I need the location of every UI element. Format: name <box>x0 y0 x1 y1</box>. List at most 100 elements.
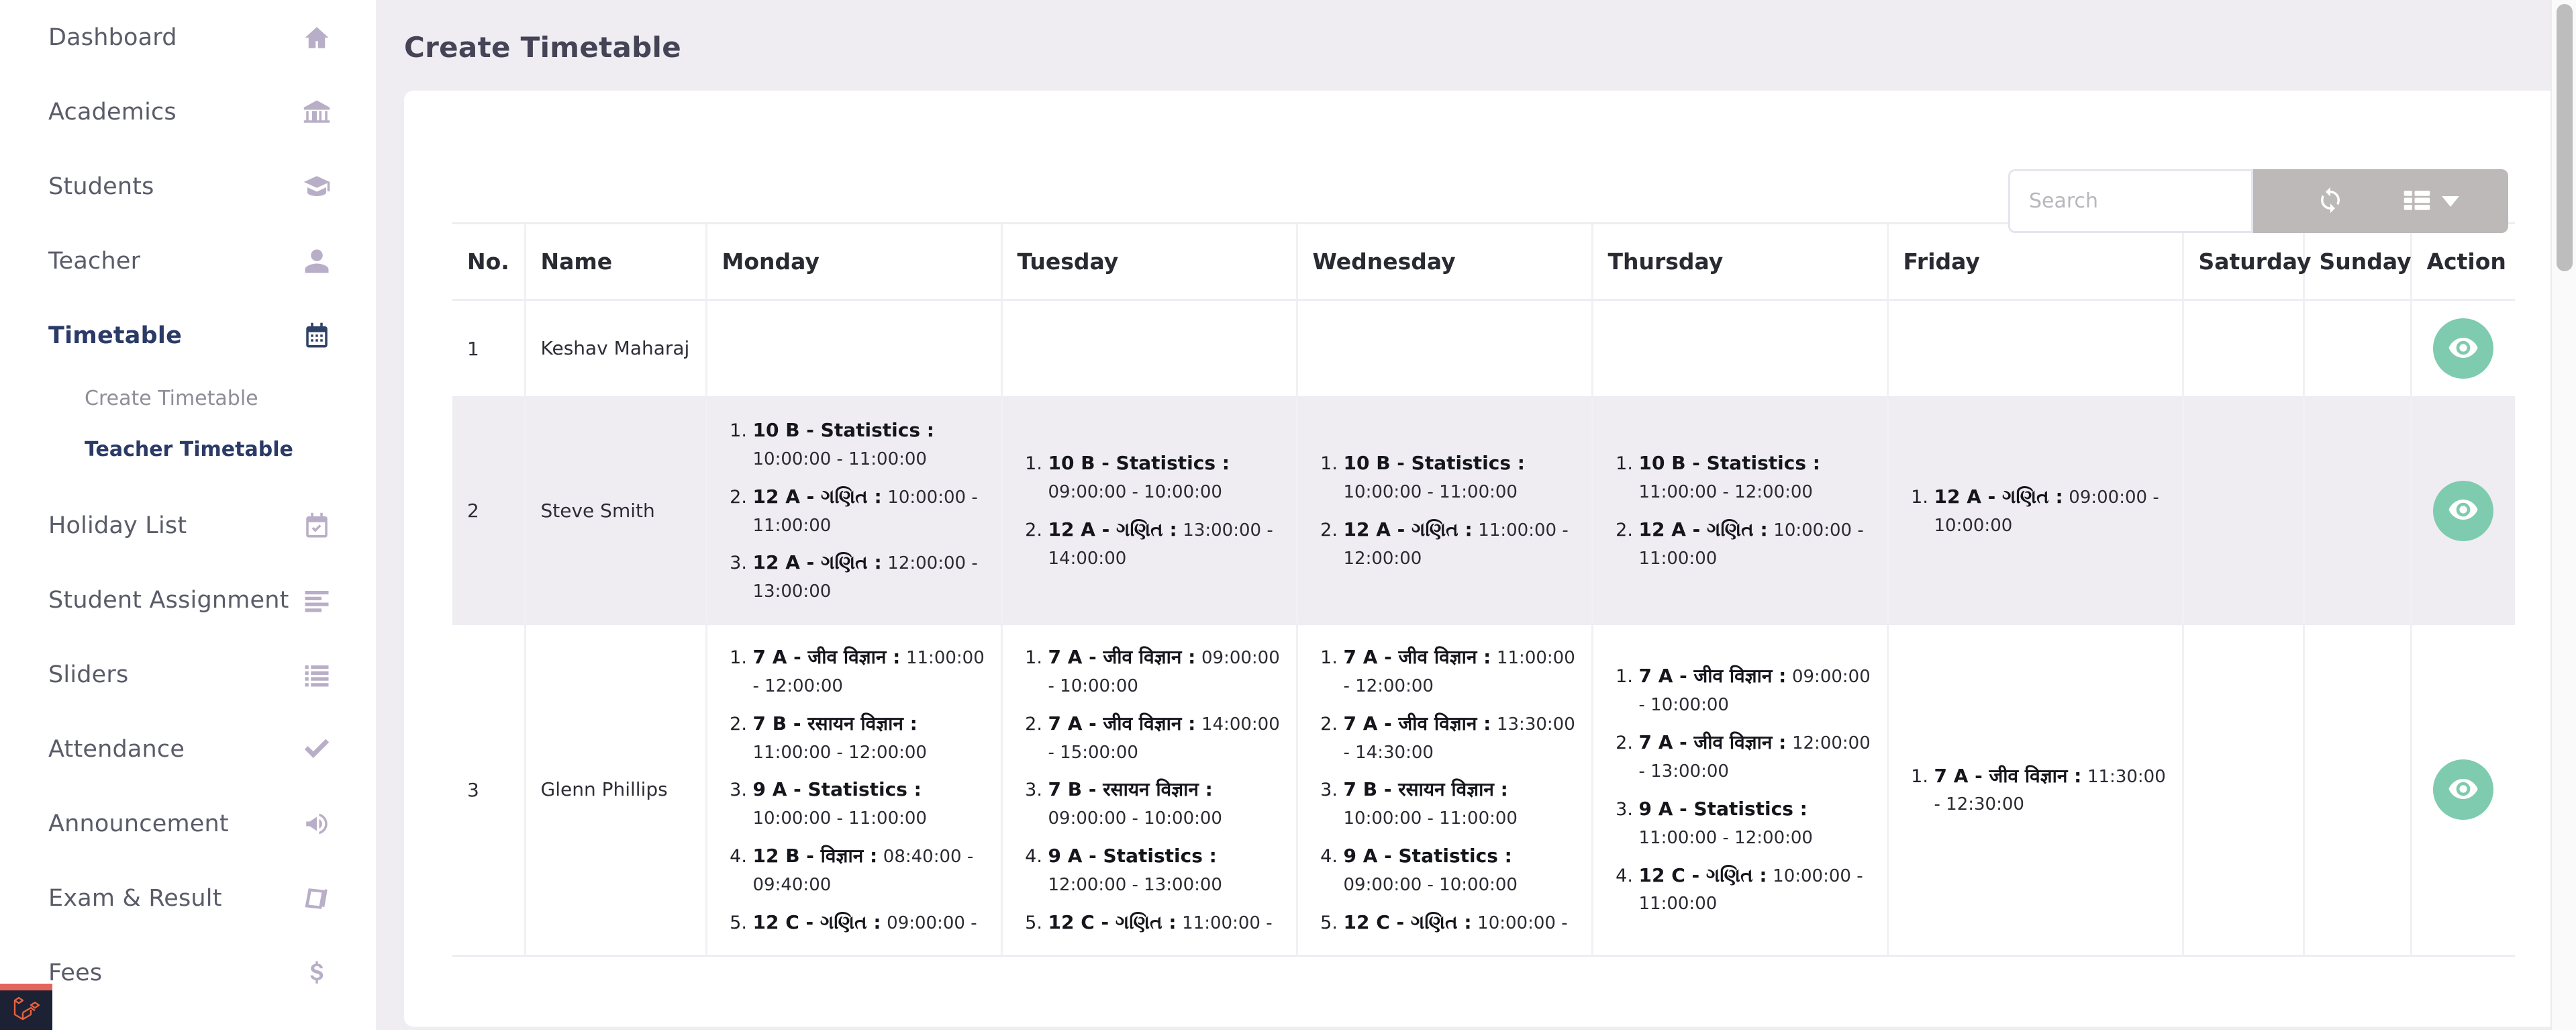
table-header-wednesday[interactable]: Wednesday <box>1295 222 1592 301</box>
slot-subject: 12 C - ગણિત : <box>1343 910 1472 933</box>
slot-subject: 12 A - ગણિત : <box>1048 518 1177 541</box>
sidebar-item-exam-result[interactable]: Exam & Result <box>0 861 376 935</box>
table-header-thursday[interactable]: Thursday <box>1591 222 1887 301</box>
table-header-monday[interactable]: Monday <box>705 222 1001 301</box>
slot-list: 7 A - जीव विज्ञान : 11:00:00 - 12:00:007… <box>722 643 986 937</box>
slot-subject: 7 A - जीव विज्ञान : <box>1934 764 2082 787</box>
teacher-name: Steve Smith <box>524 397 706 626</box>
slot-subject: 12 A - ગણિત : <box>1343 518 1473 541</box>
page-scrollbar-thumb[interactable] <box>2557 4 2573 271</box>
slot-list: 7 A - जीव विज्ञान : 09:00:00 - 10:00:00 7… <box>1018 643 1281 937</box>
slot-item: 10 B - Statistics : 10:00:00 - 11:00:00 <box>1344 449 1577 506</box>
table-toolbar <box>404 91 2563 233</box>
slot-item: 12 A - ગણિત : 10:00:00 - 11:00:00 <box>1639 515 1872 573</box>
cell-action <box>2410 397 2515 626</box>
slot-subject: 7 B - रसायन विज्ञान : <box>752 712 918 735</box>
view-button[interactable] <box>2433 480 2494 541</box>
row-number: 2 <box>452 397 525 626</box>
table-header-saturday[interactable]: Saturday <box>2181 222 2311 301</box>
cell-thursday: 7 A - जीव विज्ञान : 09:00:00 - 10:00:00 7… <box>1591 624 1887 957</box>
sidebar-item-label: Holiday List <box>48 512 187 539</box>
cell-thursday: 10 B - Statistics : 11:00:00 - 12:00:001… <box>1591 397 1887 626</box>
slot-item: 12 B - विज्ञान : 08:40:00 - 09:40:00 <box>753 841 986 899</box>
sidebar-item-dashboard[interactable]: Dashboard <box>0 0 376 75</box>
view-button[interactable] <box>2433 318 2494 379</box>
slot-subject: 12 A - ગણિત : <box>752 551 882 574</box>
slot-subject: 7 A - जीव विज्ञान : <box>1343 712 1491 735</box>
slot-subject: 12 B - विज्ञान : <box>752 845 878 868</box>
sidebar-item-timetable[interactable]: Timetable <box>0 298 376 373</box>
slot-subject: 7 A - जीव विज्ञान : <box>1343 646 1491 669</box>
slot-time: 09:00:00 - <box>887 912 977 933</box>
sidebar-item-holiday-list[interactable]: Holiday List <box>0 488 376 563</box>
sidebar-item-label: Students <box>48 173 154 200</box>
slot-subject: 12 C - ગણિત : <box>1638 863 1767 886</box>
slot-item: 12 C - ગણિત : 11:00:00 - <box>1048 908 1281 937</box>
view-button[interactable] <box>2433 759 2494 821</box>
slot-time: 10:00:00 - 11:00:00 <box>752 449 927 469</box>
sidebar-item-label: Announcement <box>48 810 229 837</box>
page-scrollbar[interactable] <box>2550 0 2576 1030</box>
sidebar-item-teacher[interactable]: Teacher <box>0 224 376 298</box>
slot-subject: 7 A - जीव विज्ञान : <box>1048 712 1196 735</box>
cell-sunday <box>2302 397 2411 626</box>
slot-time: 09:00:00 - 10:00:00 <box>1343 874 1518 895</box>
columns-button[interactable] <box>2381 169 2481 233</box>
sidebar-item-attendance[interactable]: Attendance <box>0 712 376 786</box>
sidebar-item-sliders[interactable]: Sliders <box>0 637 376 712</box>
table-header-action[interactable]: Action <box>2410 222 2515 301</box>
row-number: 3 <box>452 624 525 957</box>
cell-wednesday <box>1295 299 1592 398</box>
sidebar-subitem-teacher-timetable[interactable]: Teacher Timetable <box>0 424 376 475</box>
slot-item: 10 B - Statistics : 10:00:00 - 11:00:00 <box>753 416 986 473</box>
table-bottom-fade <box>404 996 2563 1027</box>
eye-icon <box>2448 500 2479 522</box>
slot-item: 7 A - जीव विज्ञान : 12:00:00 - 13:00:00 <box>1639 728 1872 786</box>
table-header-sunday[interactable]: Sunday <box>2302 222 2412 301</box>
slot-item: 12 C - ગણિત : 09:00:00 - <box>753 908 986 937</box>
slot-time: 11:00:00 - 12:00:00 <box>1638 827 1813 848</box>
slot-subject: 12 C - ગણિત : <box>1048 910 1177 933</box>
sidebar-item-label: Teacher <box>48 247 141 275</box>
timetable-table: No. Name Monday Tuesday Wednesday Thursday Fri… <box>452 222 2515 957</box>
cell-monday <box>705 299 1001 398</box>
sidebar-item-student-assignment[interactable]: Student Assignment <box>0 563 376 637</box>
table-header-no[interactable]: No. <box>452 222 525 301</box>
sidebar-item-fees[interactable]: Fees <box>0 935 376 1010</box>
cell-monday: 7 A - जीव विज्ञान : 11:00:00 - 12:00:007… <box>705 624 1001 957</box>
sidebar-item-label: Attendance <box>48 735 185 763</box>
refresh-button[interactable] <box>2280 169 2381 233</box>
slot-item: 7 A - जीव विज्ञान : 09:00:00 - 10:00:00 <box>1048 643 1281 700</box>
cell-saturday <box>2181 299 2303 398</box>
table-header-tuesday[interactable]: Tuesday <box>1000 222 1297 301</box>
slot-list: 10 B - Statistics : 09:00:00 - 10:00:001… <box>1018 449 1281 572</box>
slot-item: 7 B - रसायन विज्ञान : 10:00:00 - 11:00:0… <box>1344 775 1577 833</box>
timetable-card: No.NameMondayTuesdayWednesdayThursdayFri… <box>404 91 2563 1027</box>
sidebar-item-announcement[interactable]: Announcement <box>0 786 376 861</box>
cell-sunday <box>2302 624 2411 957</box>
row-number: 1 <box>452 299 525 398</box>
table-row: 1 Keshav Maharaj <box>452 299 2515 398</box>
table-header-friday[interactable]: Friday <box>1886 222 2183 301</box>
cell-saturday <box>2181 397 2303 626</box>
cell-wednesday: 10 B - Statistics : 10:00:00 - 11:00:00 1… <box>1295 397 1592 626</box>
cell-wednesday: 7 A - जीव विज्ञान : 11:00:00 - 12:00:007… <box>1295 624 1592 957</box>
slot-item: 9 A - Statistics : 10:00:00 - 11:00:00 <box>753 775 986 833</box>
slot-item: 12 A - ગણિત : 10:00:00 - 11:00:00 <box>753 482 986 540</box>
sidebar-item-students[interactable]: Students <box>0 149 376 224</box>
slot-list: 7 A - जीव विज्ञान : 11:00:00 - 12:00:007… <box>1313 643 1577 937</box>
app-root: Dashboard Academics Students Teacher Timetab… <box>0 0 2576 1030</box>
sidebar-item-label: Fees <box>48 959 103 986</box>
sidebar-item-academics[interactable]: Academics <box>0 75 376 149</box>
slot-item: 7 B - रसायन विज्ञान : 09:00:00 - 10:00:0… <box>1048 775 1281 833</box>
table-head: No. Name Monday Tuesday Wednesday Thursday Fri… <box>452 222 2515 301</box>
laravel-debugbar-toggle[interactable] <box>0 984 52 1030</box>
graduation-icon <box>301 171 332 202</box>
table-header-name[interactable]: Name <box>524 222 706 301</box>
sidebar-subitem-create-timetable[interactable]: Create Timetable <box>0 373 376 424</box>
search-input[interactable] <box>2008 169 2253 233</box>
calendar-icon <box>301 320 332 351</box>
slot-item: 7 A - जीव विज्ञान : 13:30:00 - 14:30:00 <box>1344 709 1577 767</box>
slot-item: 7 A - जीव विज्ञान : 09:00:00 - 10:00:00 <box>1639 661 1872 719</box>
